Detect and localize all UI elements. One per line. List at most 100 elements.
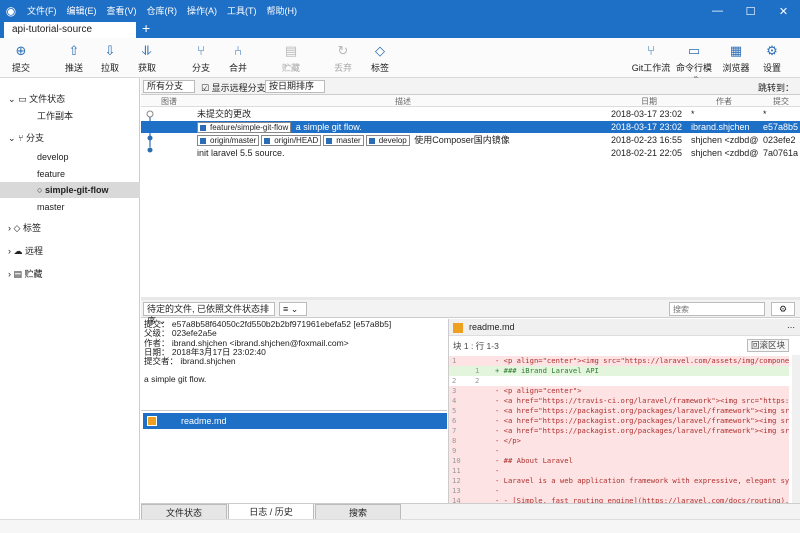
branch-filter-dropdown[interactable]: 所有分支 ⌄ — [143, 80, 195, 102]
jump-to-label[interactable]: 跳转到： — [758, 81, 794, 94]
settings-button[interactable]: ⚙ 设置 — [755, 41, 789, 74]
commit-description: a simple git flow. — [295, 122, 362, 132]
commit-row[interactable]: 未提交的更改 2018-03-17 23:02 * * — [141, 108, 800, 120]
sidebar-item-simple-git-flow[interactable]: ○ simple-git-flow — [0, 182, 140, 198]
diff-line: 22 — [449, 376, 789, 386]
diff-panel: readme.md ⋯ 块 1 : 行 1-3 回滚区块 1 - <p align… — [448, 319, 800, 503]
more-options-icon[interactable]: ⋯ — [787, 319, 795, 336]
lower-toolbar: 待定的文件, 已依照文件状态排序 ⌄ ≡ ⌄ ⚙ — [141, 300, 800, 326]
file-status-icon: ▭ — [18, 94, 27, 104]
diff-code: - — [495, 466, 500, 475]
commit-message: a simple git flow. — [144, 374, 207, 385]
push-button[interactable]: ⇧ 推送 — [57, 41, 91, 74]
chevron-right-icon: › — [8, 223, 11, 233]
commit-description: 未提交的更改 — [197, 109, 252, 119]
diff-line: 12 - Laravel is a web application framewo… — [449, 476, 789, 486]
diff-line: 7 - <a href="https://packagist.org/packag… — [449, 426, 789, 436]
commit-button[interactable]: ⊕ 提交 — [4, 41, 38, 74]
branch-icon: ⑂ — [18, 133, 24, 143]
menu-help[interactable]: 帮助(H) — [262, 0, 303, 22]
add-tab-button[interactable]: + — [142, 20, 150, 36]
close-button[interactable]: ✕ — [767, 0, 800, 22]
sidebar-section-branches[interactable]: ⌄ ⑂ 分支 — [0, 130, 140, 146]
menu-file[interactable]: 文件(F) — [22, 0, 62, 22]
tag-button[interactable]: ◇ 标签 — [363, 41, 397, 74]
view-mode-dropdown[interactable]: ≡ ⌄ — [279, 302, 307, 316]
tab-repository[interactable]: api-tutorial-source — [4, 22, 136, 38]
branch-tag[interactable]: master — [323, 135, 364, 146]
sort-order-dropdown[interactable]: 按日期排序 ⌄ — [265, 80, 325, 102]
old-line-number: 1 — [452, 356, 457, 365]
diff-line: 5 - <a href="https://packagist.org/packag… — [449, 406, 789, 416]
branch-tag[interactable]: feature/simple-git-flow — [197, 122, 292, 133]
git-flow-button[interactable]: ⑂ Git工作流 — [631, 41, 671, 74]
commit-description: 使用Composer国内镜像 — [414, 135, 510, 145]
diff-line: 6 - <a href="https://packagist.org/packag… — [449, 416, 789, 426]
sidebar-section-stashes[interactable]: › ▤ 贮藏 — [0, 266, 140, 282]
diff-code: - Laravel is a web application framework… — [495, 476, 789, 485]
minimize-button[interactable]: — — [701, 0, 734, 22]
tab-log-history[interactable]: 日志 / 历史 — [228, 504, 314, 520]
branch-tag[interactable]: origin/master — [197, 135, 260, 146]
menu-actions[interactable]: 操作(A) — [182, 0, 222, 22]
old-line-number: 12 — [452, 476, 461, 485]
diff-scrollbar[interactable] — [792, 355, 800, 503]
git-flow-icon: ⑂ — [647, 43, 655, 58]
menu-tools[interactable]: 工具(T) — [222, 0, 262, 22]
sidebar-section-remotes[interactable]: › ☁ 远程 — [0, 243, 140, 259]
file-row[interactable]: readme.md — [143, 413, 447, 429]
branch-button[interactable]: ⑂ 分支 — [184, 41, 218, 74]
sidebar-item-feature[interactable]: feature — [0, 166, 140, 182]
commit-hash: * — [763, 109, 767, 119]
show-remote-checkbox[interactable]: ☑ 显示远程分支 — [201, 81, 266, 94]
explorer-button[interactable]: ▦ 浏览器 — [719, 41, 753, 74]
diff-line: 1 + ### iBrand Laravel API — [449, 366, 789, 376]
branch-tag[interactable]: origin/HEAD — [261, 135, 322, 146]
old-line-number: 4 — [452, 396, 457, 405]
arrow-up-icon: ⇧ — [68, 43, 80, 58]
discard-hunk-button[interactable]: 回滚区块 — [746, 339, 789, 352]
column-graph[interactable]: 图谱 — [161, 96, 177, 107]
menu-bar: 文件(F) 编辑(E) 查看(V) 仓库(R) 操作(A) 工具(T) 帮助(H… — [22, 0, 302, 22]
tab-search[interactable]: 搜索 — [315, 504, 401, 520]
commit-row[interactable]: init laravel 5.5 source. 2018-02-21 22:0… — [141, 147, 800, 159]
commit-row[interactable]: feature/simple-git-flow a simple git flo… — [141, 121, 800, 133]
diff-code: - <a href="https://packagist.org/package… — [495, 406, 789, 415]
sourcetree-logo-icon: ◉ — [5, 4, 17, 18]
column-date[interactable]: 日期 — [641, 96, 657, 107]
commit-date: 2018-03-17 23:02 — [611, 109, 683, 119]
diff-code: - <a href="https://packagist.org/package… — [495, 426, 789, 435]
column-description[interactable]: 描述 — [395, 96, 411, 107]
stash-button[interactable]: ▤ 贮藏 — [274, 41, 308, 74]
column-author[interactable]: 作者 — [716, 96, 732, 107]
history-filter-bar: 所有分支 ⌄ ☑ 显示远程分支 按日期排序 ⌄ 跳转到： — [141, 78, 800, 102]
commit-row[interactable]: origin/master origin/HEAD master develop 使用… — [141, 134, 800, 146]
chevron-down-icon: ⌄ — [290, 304, 299, 314]
search-input[interactable] — [669, 302, 765, 316]
merge-button[interactable]: ⑃ 合并 — [221, 41, 255, 74]
old-line-number: 5 — [452, 406, 457, 415]
sidebar-section-file-status[interactable]: ⌄ ▭ 文件状态 — [0, 91, 140, 107]
branch-tag[interactable]: develop — [365, 135, 410, 146]
sidebar-section-tags[interactable]: › ◇ 标签 — [0, 220, 140, 236]
pull-button[interactable]: ⇩ 拉取 — [93, 41, 127, 74]
sidebar-item-develop[interactable]: develop — [0, 149, 140, 165]
sidebar-item-master[interactable]: master — [0, 199, 140, 215]
sidebar: ⌄ ▭ 文件状态 工作副本 ⌄ ⑂ 分支 develop feature ○ s… — [0, 78, 140, 533]
tab-file-status[interactable]: 文件状态 — [141, 504, 227, 520]
fetch-button[interactable]: ⥥ 获取 — [130, 41, 164, 74]
discard-button[interactable]: ↻ 丢弃 — [326, 41, 360, 74]
commit-list: 未提交的更改 2018-03-17 23:02 * * feature/simp… — [141, 107, 800, 297]
sidebar-item-working-copy[interactable]: 工作副本 — [0, 108, 140, 124]
discard-icon: ↻ — [337, 43, 349, 58]
column-commit[interactable]: 提交 — [773, 96, 789, 107]
menu-view[interactable]: 查看(V) — [102, 0, 142, 22]
old-line-number: 14 — [452, 496, 461, 503]
old-line-number: 8 — [452, 436, 457, 445]
menu-repository[interactable]: 仓库(R) — [142, 0, 183, 22]
settings-dropdown[interactable]: ⚙ — [771, 302, 795, 316]
maximize-button[interactable]: ☐ — [734, 0, 767, 22]
menu-edit[interactable]: 编辑(E) — [62, 0, 102, 22]
pending-files-sort-dropdown[interactable]: 待定的文件, 已依照文件状态排序 ⌄ — [143, 302, 275, 326]
commit-author: * — [691, 109, 695, 119]
